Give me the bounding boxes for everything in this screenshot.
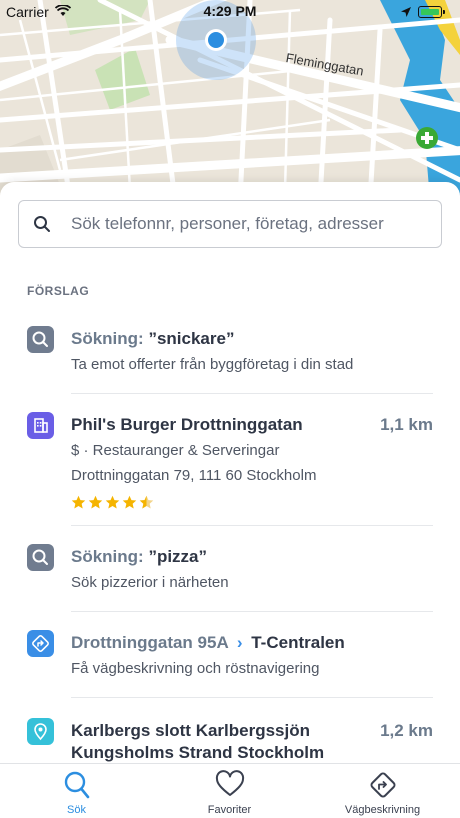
rating-stars: [71, 495, 154, 510]
star-icon: [88, 495, 103, 509]
suggestion-item-route[interactable]: Drottninggatan 95A › T-Centralen Få vägb…: [0, 624, 460, 696]
search-icon: [34, 216, 50, 232]
tab-favoriter[interactable]: Favoriter: [153, 764, 306, 818]
distance-label: 1,1 km: [380, 415, 433, 434]
map-view[interactable]: Fleminggatan: [0, 0, 460, 200]
tab-sok[interactable]: Sök: [0, 764, 153, 818]
business-category: $ · Restauranger & Serveringar: [71, 442, 280, 459]
place-title-line2: Kungsholms Strand Stockholm: [71, 743, 325, 762]
status-time: 4:29 PM: [203, 3, 257, 19]
divider: [71, 393, 433, 394]
magnifier-icon: [27, 326, 54, 353]
magnifier-icon: [27, 544, 54, 571]
half-star-icon: [139, 495, 154, 509]
suggestion-title: Sökning: ”snickare”: [71, 329, 235, 348]
suggestion-item-phils-burger[interactable]: Phil's Burger Drottninggatan 1,1 km $ · …: [0, 406, 460, 526]
location-arrow-icon: [401, 7, 411, 17]
status-bar: Carrier 4:29 PM: [0, 0, 460, 24]
heart-icon: [215, 770, 244, 796]
divider: [71, 697, 433, 698]
building-icon: [27, 412, 54, 439]
star-icon: [105, 495, 120, 509]
suggestion-item-pizza[interactable]: Sökning: ”pizza” Sök pizzerior i närhete…: [0, 538, 460, 610]
search-sheet: FÖRSLAG Sökning: ”snickare” Ta emot offe…: [0, 182, 460, 764]
suggestion-title: Sökning: ”pizza”: [71, 547, 208, 566]
directions-icon: [370, 772, 395, 798]
location-pin-icon: [27, 718, 54, 745]
star-icon: [71, 495, 86, 509]
suggestion-item-karlbergs[interactable]: Karlbergs slott Karlbergssjön Kungsholms…: [0, 710, 460, 764]
place-title-line1: Karlbergs slott Karlbergssjön: [71, 721, 311, 740]
suggestion-item-snickare[interactable]: Sökning: ”snickare” Ta emot offerter frå…: [0, 320, 460, 396]
divider: [71, 525, 433, 526]
route-title: Drottninggatan 95A › T-Centralen: [71, 633, 345, 652]
tab-label: Sök: [67, 804, 86, 816]
directions-icon: [27, 630, 54, 657]
suggestion-subtitle: Ta emot offerter från byggföretag i din …: [71, 356, 354, 373]
business-name: Phil's Burger Drottninggatan: [71, 415, 303, 434]
battery-icon: [418, 6, 445, 18]
tab-label: Favoriter: [207, 804, 252, 816]
divider: [71, 611, 433, 612]
chevron-right-icon: ›: [236, 633, 243, 652]
business-address: Drottninggatan 79, 111 60 Stockholm: [71, 467, 317, 484]
tab-label: Vägbeskrivning: [344, 804, 421, 816]
map-canvas: [0, 0, 460, 200]
search-icon: [64, 771, 89, 799]
distance-label: 1,2 km: [380, 721, 433, 740]
suggestions-heading: FÖRSLAG: [27, 284, 90, 298]
star-icon: [122, 495, 137, 509]
tab-vagbeskrivning[interactable]: Vägbeskrivning: [306, 764, 459, 818]
search-input[interactable]: [71, 201, 431, 247]
tab-bar: Sök Favoriter Vägbeskrivning: [0, 763, 460, 818]
search-bar[interactable]: [18, 200, 442, 248]
route-subtitle: Få vägbeskrivning och röstnavigering: [71, 660, 320, 677]
suggestion-subtitle: Sök pizzerior i närheten: [71, 574, 229, 591]
